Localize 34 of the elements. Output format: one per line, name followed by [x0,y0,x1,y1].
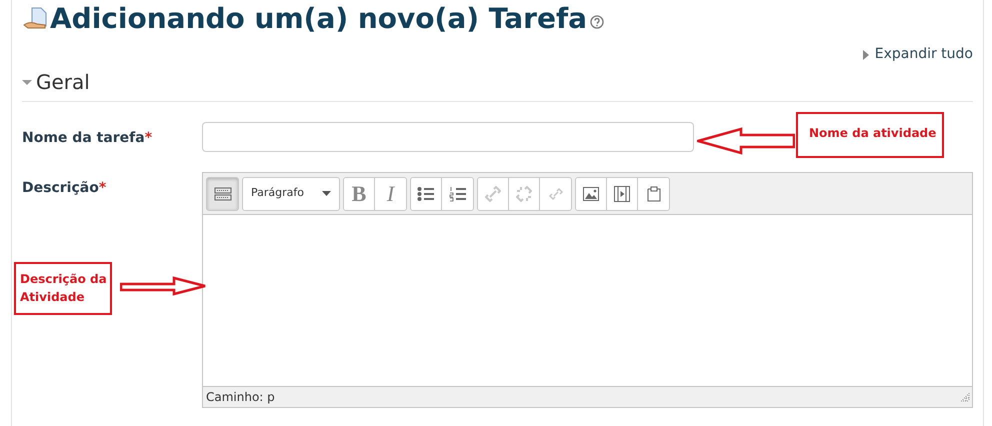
italic-button[interactable]: I [375,178,406,210]
expand-triangle-icon [862,50,869,60]
page-title: Adicionando um(a) novo(a) Tarefa [50,2,588,36]
arrow-icon [120,275,206,297]
keyboard-icon [214,186,232,200]
field-label: Nome da tarefa* [22,129,154,148]
annotation-box: Nome da atividade [796,112,944,158]
link-icon [485,186,501,202]
input-field[interactable] [202,122,694,152]
media-button[interactable] [607,178,638,210]
section-heading[interactable]: Geral [36,69,90,95]
annotation-box: Descrição da Atividade [14,262,112,315]
help-icon [590,15,604,29]
arrow-icon [697,126,795,156]
caret-icon [322,191,331,196]
toggle-button[interactable] [207,178,238,210]
numbers-button[interactable] [442,178,473,210]
numbered-list-icon [448,186,466,202]
link-icon [548,186,564,202]
image-button[interactable] [576,178,607,210]
clipboard-icon [646,186,660,202]
paste-button[interactable] [638,178,669,210]
field-label: Descrição* [22,179,108,198]
bold-button[interactable]: B [344,178,375,210]
resize-handle-icon[interactable] [960,392,970,402]
film-icon [614,186,630,202]
bullets-button[interactable] [411,178,442,210]
bulleted-list-icon [417,186,435,202]
image-icon [583,186,599,200]
element-path: Caminho: p [206,389,275,406]
broken-link-icon [516,186,532,202]
expand-all-link[interactable]: Expandir tudo [862,44,973,65]
paragraph-format-select[interactable]: Parágrafo [243,178,339,210]
collapse-caret-icon [22,77,32,87]
